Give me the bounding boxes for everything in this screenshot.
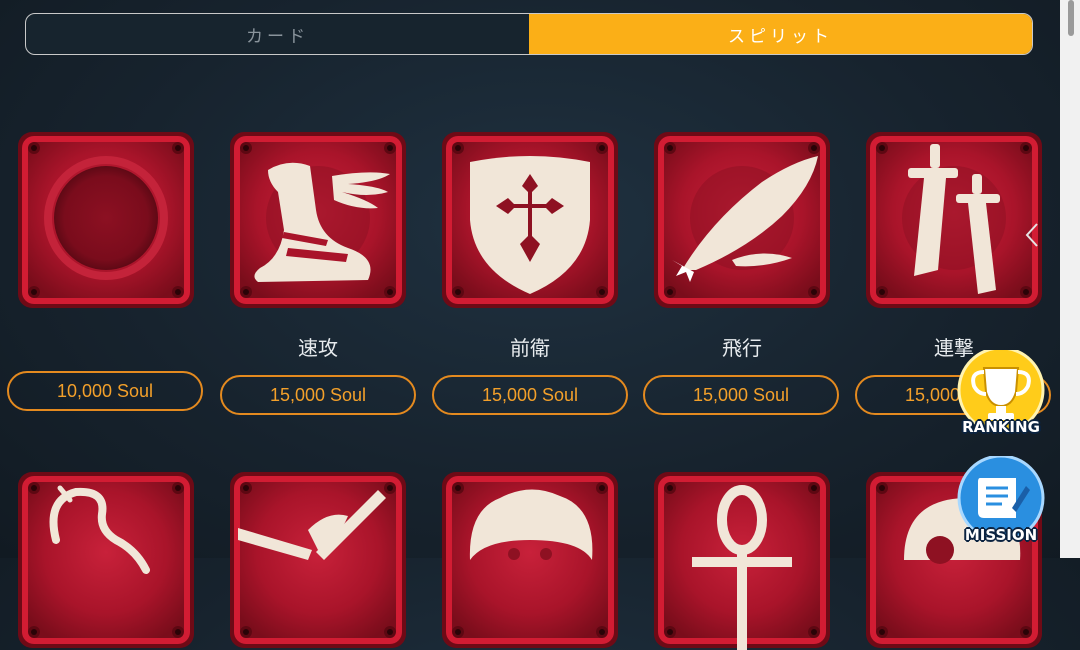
spirit-card-ankh[interactable] [652, 470, 832, 650]
tab-bar: カード スピリット [25, 13, 1033, 55]
scrollbar-thumb[interactable] [1068, 0, 1074, 36]
buy-button-empty[interactable]: 10,000 Soul [7, 371, 203, 411]
spirit-name-flight: 飛行 [722, 336, 762, 360]
chevron-left-icon[interactable] [1022, 220, 1042, 250]
empty-circle-icon [54, 166, 158, 270]
mission-label: MISSION [964, 526, 1038, 544]
spirit-card-scorpion[interactable] [16, 470, 196, 650]
spirit-card-lion[interactable] [440, 470, 620, 650]
spirit-card-empty[interactable] [16, 130, 196, 310]
ranking-button[interactable]: RANKING [946, 350, 1056, 440]
right-scroll-track [1060, 0, 1080, 558]
spirit-card-flight[interactable] [652, 130, 832, 310]
buy-button-flight[interactable]: 15,000 Soul [643, 375, 839, 415]
ranking-label: RANKING [962, 418, 1040, 436]
spirit-card-haste[interactable] [228, 130, 408, 310]
tab-spirit[interactable]: スピリット [529, 14, 1032, 54]
mission-button[interactable]: MISSION [946, 456, 1056, 556]
spirit-name-vanguard: 前衛 [510, 336, 550, 360]
buy-button-vanguard[interactable]: 15,000 Soul [432, 375, 628, 415]
spirit-name-haste: 速攻 [298, 336, 338, 360]
tab-card[interactable]: カード [26, 14, 529, 54]
spirit-card-combo[interactable] [864, 130, 1044, 310]
spirit-card-vanguard[interactable] [440, 130, 620, 310]
spirit-card-sword[interactable] [228, 470, 408, 650]
buy-button-haste[interactable]: 15,000 Soul [220, 375, 416, 415]
